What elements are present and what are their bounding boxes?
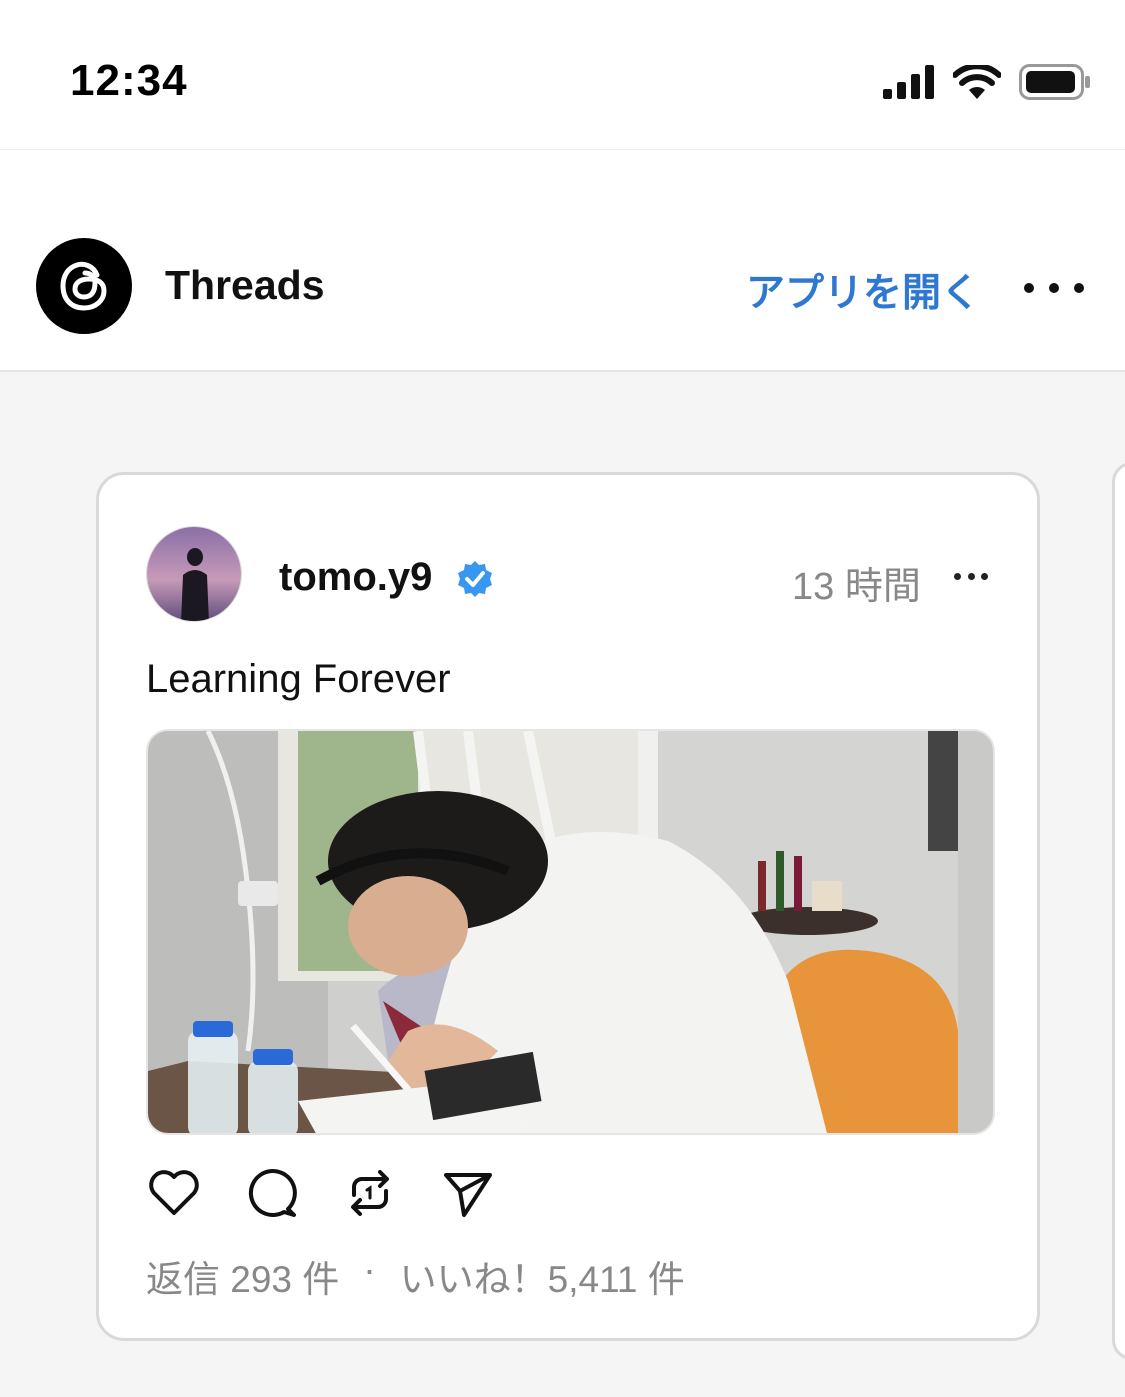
share-icon[interactable] — [440, 1165, 496, 1221]
app-name: Threads — [165, 262, 325, 308]
post-text: Learning Forever — [146, 657, 451, 701]
status-icons — [883, 64, 1091, 100]
wifi-icon — [953, 65, 1001, 99]
more-options-icon[interactable] — [1024, 278, 1084, 298]
status-bar: 12:34 — [0, 0, 1125, 150]
avatar[interactable] — [146, 526, 242, 622]
reply-icon[interactable] — [244, 1165, 300, 1221]
signal-icon — [883, 65, 934, 99]
post-stats: 返信 293 件 · いいね！5,411 件 — [146, 1249, 685, 1303]
battery-icon — [1019, 64, 1090, 100]
post-time: 13 時間 — [792, 566, 921, 608]
threads-logo-icon — [36, 238, 132, 334]
stats-separator: · — [363, 1249, 376, 1290]
open-app-link[interactable]: アプリを開く — [746, 262, 980, 318]
reply-count[interactable]: 返信 293 件 — [146, 1249, 339, 1303]
verified-badge-icon — [458, 561, 492, 597]
repost-icon[interactable] — [342, 1165, 398, 1221]
next-post-card-edge[interactable] — [1112, 462, 1125, 1360]
post-card: tomo.y9 13 時間 Learning Forever 返信 293 件 … — [96, 472, 1040, 1341]
like-count[interactable]: いいね！5,411 件 — [400, 1249, 685, 1303]
post-username[interactable]: tomo.y9 — [279, 555, 432, 600]
status-time: 12:34 — [70, 56, 188, 105]
post-photo[interactable] — [146, 729, 995, 1135]
app-header: Threads アプリを開く — [0, 150, 1125, 372]
like-icon[interactable] — [146, 1165, 202, 1221]
post-more-icon[interactable] — [954, 571, 988, 581]
post-actions — [146, 1165, 496, 1221]
